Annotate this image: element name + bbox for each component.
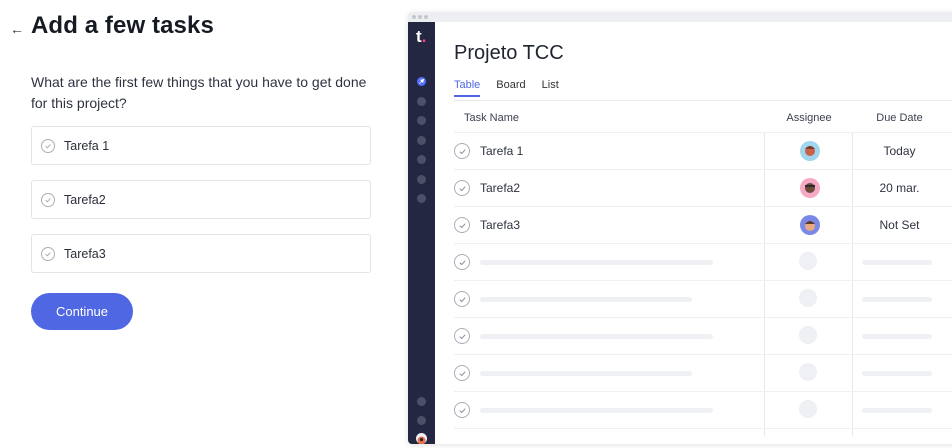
check-circle-icon	[454, 254, 470, 270]
check-circle-icon	[454, 365, 470, 381]
assignee-avatar-icon[interactable]	[800, 141, 820, 161]
sidebar-nav-dot[interactable]	[417, 175, 426, 184]
due-date: Not Set	[879, 218, 920, 232]
task-input-value: Tarefa 1	[64, 138, 110, 153]
placeholder-bar	[480, 408, 713, 413]
placeholder-due	[862, 260, 932, 265]
table-row[interactable]: Tarefa2 20 mar.	[454, 170, 952, 207]
placeholder-due	[862, 334, 932, 339]
task-name: Tarefa3	[480, 218, 521, 232]
sidebar-nav-dot[interactable]	[417, 116, 426, 125]
rocket-icon[interactable]	[417, 77, 426, 86]
task-input-2[interactable]: Tarefa2	[31, 180, 371, 219]
placeholder-row	[454, 281, 952, 318]
onboarding-panel: ← Add a few tasks What are the first few…	[0, 0, 390, 448]
check-circle-icon	[41, 246, 55, 261]
placeholder-row	[454, 355, 952, 392]
continue-button[interactable]: Continue	[31, 293, 133, 330]
tab-list[interactable]: List	[542, 79, 559, 97]
user-avatar-icon[interactable]	[416, 433, 427, 444]
placeholder-row	[454, 318, 952, 355]
window-dot	[418, 15, 422, 19]
app-sidebar: t.	[408, 22, 435, 444]
check-circle-icon	[454, 328, 470, 344]
window-dot	[424, 15, 428, 19]
check-circle-icon	[454, 402, 470, 418]
check-circle-icon[interactable]	[454, 143, 470, 159]
app-preview: t. Projeto TCC Table Board List Task Nam…	[408, 12, 952, 444]
header-task-name: Task Name	[464, 112, 520, 124]
placeholder-bar	[480, 297, 692, 302]
placeholder-avatar	[799, 400, 817, 418]
placeholder-bar	[480, 371, 692, 376]
placeholder-row	[454, 392, 952, 429]
task-prompt: What are the first few things that you h…	[31, 74, 367, 111]
header-due-date: Due Date	[876, 112, 923, 124]
placeholder-avatar	[799, 363, 817, 381]
task-input-1[interactable]: Tarefa 1	[31, 126, 371, 165]
table-row[interactable]: Tarefa3 Not Set	[454, 207, 952, 244]
tab-board[interactable]: Board	[496, 79, 525, 97]
task-name: Tarefa2	[480, 181, 521, 195]
tab-table[interactable]: Table	[454, 79, 481, 97]
task-input-value: Tarefa3	[64, 246, 106, 261]
check-circle-icon	[41, 138, 55, 153]
back-arrow-icon[interactable]: ←	[10, 21, 24, 37]
placeholder-bar	[480, 260, 713, 265]
placeholder-avatar	[799, 252, 817, 270]
due-date: 20 mar.	[879, 181, 920, 195]
placeholder-due	[862, 371, 932, 376]
check-circle-icon	[454, 291, 470, 307]
placeholder-due	[862, 297, 932, 302]
check-circle-icon[interactable]	[454, 217, 470, 233]
sidebar-nav-dot[interactable]	[417, 194, 426, 203]
task-table: Task Name Assignee Due Date Tarefa 1 Tod…	[454, 106, 952, 429]
header-assignee: Assignee	[786, 112, 832, 124]
check-circle-icon	[41, 192, 55, 207]
table-header: Task Name Assignee Due Date	[454, 106, 952, 133]
task-input-3[interactable]: Tarefa3	[31, 234, 371, 273]
sidebar-nav-dot[interactable]	[417, 416, 426, 425]
task-input-value: Tarefa2	[64, 192, 106, 207]
table-row[interactable]: Tarefa 1 Today	[454, 133, 952, 170]
placeholder-due	[862, 408, 932, 413]
sidebar-nav-dot[interactable]	[417, 155, 426, 164]
tabs-divider	[454, 100, 952, 101]
project-title: Projeto TCC	[454, 42, 564, 64]
placeholder-avatar	[799, 289, 817, 307]
sidebar-nav-dot[interactable]	[417, 136, 426, 145]
window-dot	[412, 15, 416, 19]
sidebar-nav-dot[interactable]	[417, 97, 426, 106]
app-logo: t.	[416, 27, 427, 46]
check-circle-icon[interactable]	[454, 180, 470, 196]
page-title: Add a few tasks	[31, 12, 214, 39]
task-name: Tarefa 1	[480, 144, 524, 158]
assignee-avatar-icon[interactable]	[800, 178, 820, 198]
view-tabs: Table Board List	[454, 79, 559, 97]
placeholder-bar	[480, 334, 713, 339]
placeholder-row	[454, 244, 952, 281]
placeholder-avatar	[799, 326, 817, 344]
due-date: Today	[883, 144, 916, 158]
assignee-avatar-icon[interactable]	[800, 215, 820, 235]
window-titlebar	[408, 12, 952, 22]
sidebar-nav-dot[interactable]	[417, 397, 426, 406]
